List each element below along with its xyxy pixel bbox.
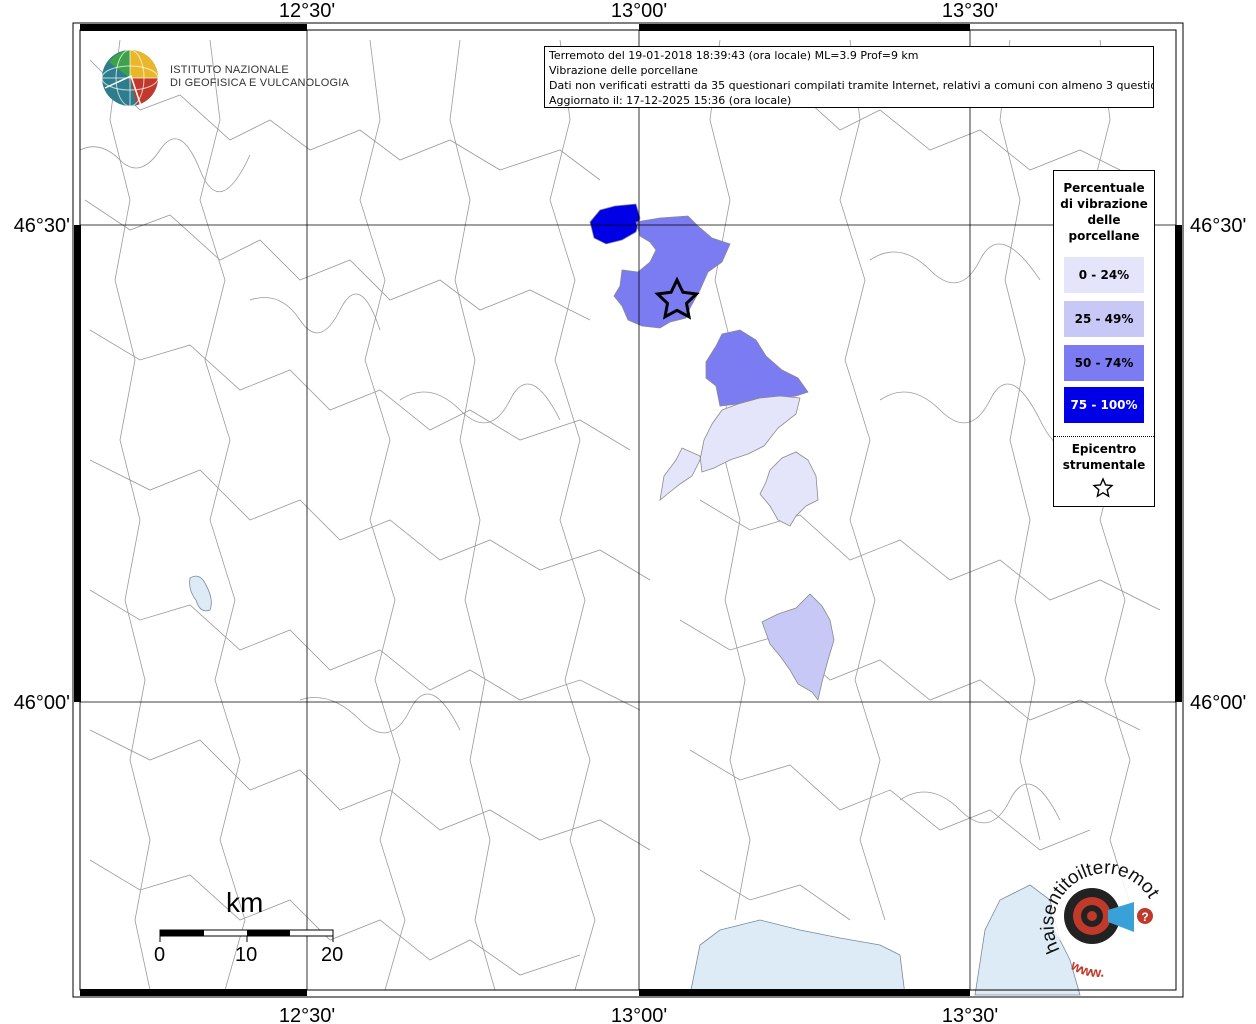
scale-unit-label: km bbox=[226, 887, 264, 918]
earthquake-info-box: Terremoto del 19-01-2018 18:39:43 (ora l… bbox=[544, 46, 1154, 108]
svg-text:?: ? bbox=[1141, 910, 1148, 924]
scale-tick-label: 0 bbox=[154, 944, 166, 966]
legend-item-75-100: 75 - 100% bbox=[1064, 387, 1144, 423]
municipality-0-24-south bbox=[759, 451, 819, 527]
ingv-globe-icon bbox=[101, 49, 159, 107]
municipality-polygons bbox=[589, 203, 835, 701]
top-lon-label: 12°30' bbox=[279, 0, 335, 22]
legend-separator bbox=[1054, 436, 1154, 437]
bottom-lon-label: 13°30' bbox=[942, 1005, 998, 1024]
graticule bbox=[80, 30, 1176, 990]
scale-tick-label: 10 bbox=[235, 944, 258, 966]
website-logo: haisentitoilterremoto.it www. ? bbox=[1030, 850, 1164, 980]
right-lat-label: 46°00' bbox=[1190, 692, 1246, 714]
legend-item-50-74: 50 - 74% bbox=[1064, 345, 1144, 381]
scale-tick-label: 20 bbox=[321, 944, 344, 966]
left-lat-label: 46°00' bbox=[14, 692, 70, 714]
legend-item-0-24: 0 - 24% bbox=[1064, 257, 1144, 293]
municipality-75-100 bbox=[589, 203, 641, 245]
municipal-boundaries bbox=[79, 39, 1161, 991]
left-lat-label: 46°30' bbox=[14, 215, 70, 237]
institute-name: ISTITUTO NAZIONALE DI GEOFISICA E VULCAN… bbox=[170, 64, 349, 90]
municipality-25-49 bbox=[761, 593, 835, 701]
data-note-line: Dati non verificati estratti da 35 quest… bbox=[549, 79, 1154, 92]
top-lon-label: 13°30' bbox=[942, 0, 998, 22]
institute-name-line1: ISTITUTO NAZIONALE bbox=[170, 64, 289, 76]
bottom-lon-label: 12°30' bbox=[279, 1005, 335, 1024]
bottom-lon-label: 13°00' bbox=[611, 1005, 667, 1024]
municipality-50-74-east bbox=[705, 329, 809, 407]
sea-area bbox=[689, 919, 906, 996]
updated-line: Aggiornato il: 17-12-2025 15:36 (ora loc… bbox=[549, 94, 792, 107]
institute-name-line2: DI GEOFISICA E VULCANOLOGIA bbox=[170, 77, 349, 89]
event-line: Terremoto del 19-01-2018 18:39:43 (ora l… bbox=[549, 49, 919, 62]
star-outline-icon bbox=[1092, 477, 1114, 498]
legend-item-25-49: 25 - 49% bbox=[1064, 301, 1144, 337]
right-lat-label: 46°30' bbox=[1190, 215, 1246, 237]
legend-title: Percentuale di vibrazione delle porcella… bbox=[1060, 181, 1148, 243]
lake bbox=[189, 575, 212, 612]
parameter-line: Vibrazione delle porcellane bbox=[549, 64, 698, 77]
legend-epicentre-label: Epicentro strumentale bbox=[1062, 442, 1146, 472]
map-legend: Percentuale di vibrazione delle porcella… bbox=[1053, 170, 1155, 507]
top-lon-label: 13°00' bbox=[611, 0, 667, 22]
